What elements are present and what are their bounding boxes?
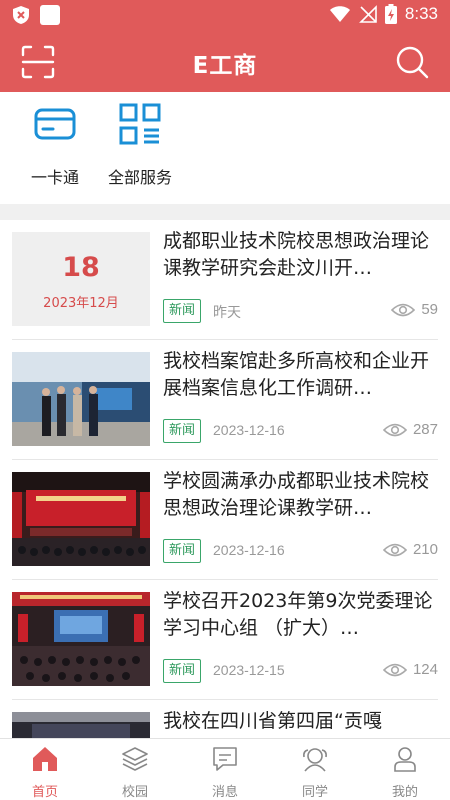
news-title: 学校圆满承办成都职业技术院校思想政治理论课教学研… bbox=[163, 470, 430, 519]
search-icon[interactable] bbox=[394, 44, 430, 80]
tab-home-label: 首页 bbox=[31, 785, 58, 800]
photo-image bbox=[12, 352, 150, 446]
news-date: 2023-12-16 bbox=[213, 542, 285, 558]
service-card[interactable]: 一卡通 bbox=[10, 102, 100, 188]
view-count: 210 bbox=[382, 541, 438, 558]
layers-icon bbox=[122, 747, 148, 771]
view-count: 287 bbox=[382, 421, 438, 438]
view-count-value: 287 bbox=[412, 421, 438, 438]
tab-messages-label: 消息 bbox=[211, 785, 238, 800]
news-tag: 新闻 bbox=[163, 419, 202, 443]
quick-services: 一卡通 全部服务 bbox=[0, 92, 450, 204]
photo-image bbox=[12, 592, 150, 686]
message-icon bbox=[213, 747, 237, 771]
tab-campus[interactable]: 校园 bbox=[90, 745, 180, 800]
section-divider bbox=[0, 204, 450, 220]
news-title: 我校档案馆赴多所高校和企业开展档案信息化工作调研… bbox=[163, 350, 430, 399]
service-card-label: 一卡通 bbox=[30, 168, 79, 187]
news-thumbnail bbox=[12, 592, 150, 686]
news-date: 2023-12-15 bbox=[213, 662, 285, 678]
news-item[interactable]: 我校在四川省第四届“贡嘎 bbox=[12, 700, 438, 738]
tab-profile[interactable]: 我的 bbox=[360, 745, 450, 800]
thumb-day: 18 bbox=[62, 252, 100, 283]
eye-icon bbox=[382, 663, 407, 676]
shield-icon bbox=[13, 6, 29, 24]
classmates-icon bbox=[303, 748, 327, 772]
eye-icon bbox=[391, 303, 416, 316]
no-signal-icon bbox=[358, 5, 377, 23]
date-thumbnail: 18 2023年12月 bbox=[12, 232, 150, 326]
tab-classmates[interactable]: 同学 bbox=[270, 745, 360, 800]
news-item[interactable]: 学校召开2023年第9次党委理论学习中心组 （扩大）… 新闻 2023-12-1… bbox=[12, 580, 438, 700]
news-item[interactable]: 我校档案馆赴多所高校和企业开展档案信息化工作调研… 新闻 2023-12-16 … bbox=[12, 340, 438, 460]
eye-icon bbox=[382, 423, 407, 436]
news-date: 2023-12-16 bbox=[213, 422, 285, 438]
news-tag: 新闻 bbox=[163, 539, 202, 563]
tab-home[interactable]: 首页 bbox=[0, 745, 90, 800]
home-icon bbox=[33, 747, 57, 771]
status-bar: 8:33 bbox=[0, 0, 450, 32]
page-title: E工商 bbox=[192, 53, 258, 79]
eye-icon bbox=[382, 543, 407, 556]
tab-campus-label: 校园 bbox=[121, 785, 148, 800]
view-count-value: 59 bbox=[421, 301, 438, 318]
view-count: 124 bbox=[382, 661, 438, 678]
news-title: 成都职业技术院校思想政治理论课教学研究会赴汶川开… bbox=[163, 230, 430, 279]
service-all[interactable]: 全部服务 bbox=[95, 102, 185, 188]
tab-profile-label: 我的 bbox=[391, 785, 418, 800]
news-list: 18 2023年12月 成都职业技术院校思想政治理论课教学研究会赴汶川开… 新闻… bbox=[0, 220, 450, 738]
view-count: 59 bbox=[391, 301, 438, 318]
news-thumbnail bbox=[12, 352, 150, 446]
view-count-value: 210 bbox=[412, 541, 438, 558]
news-title: 我校在四川省第四届“贡嘎 bbox=[163, 710, 382, 732]
battery-icon bbox=[384, 4, 397, 24]
tab-classmates-label: 同学 bbox=[301, 785, 328, 800]
tab-messages[interactable]: 消息 bbox=[180, 745, 270, 800]
profile-icon bbox=[394, 747, 416, 772]
news-thumbnail bbox=[12, 472, 150, 566]
wifi-icon bbox=[329, 6, 350, 22]
status-time: 8:33 bbox=[404, 4, 438, 23]
top-bar: 8:33 E工商 bbox=[0, 0, 450, 92]
news-item[interactable]: 18 2023年12月 成都职业技术院校思想政治理论课教学研究会赴汶川开… 新闻… bbox=[12, 220, 438, 340]
news-title: 学校召开2023年第9次党委理论学习中心组 （扩大）… bbox=[163, 590, 433, 639]
news-tag: 新闻 bbox=[163, 659, 202, 683]
thumb-month: 2023年12月 bbox=[43, 296, 119, 311]
news-tag: 新闻 bbox=[163, 299, 202, 323]
bottom-tab-bar: 首页 校园 消息 同学 我的 bbox=[0, 738, 450, 800]
grid-menu-icon bbox=[119, 103, 161, 145]
view-count-value: 124 bbox=[412, 661, 438, 678]
card-icon bbox=[34, 108, 76, 140]
app-notification-icon bbox=[40, 5, 60, 25]
news-thumbnail bbox=[12, 712, 150, 738]
news-item[interactable]: 学校圆满承办成都职业技术院校思想政治理论课教学研… 新闻 2023-12-16 … bbox=[12, 460, 438, 580]
news-date: 昨天 bbox=[213, 304, 241, 320]
photo-image bbox=[12, 472, 150, 566]
app-header: E工商 bbox=[0, 32, 450, 92]
service-all-label: 全部服务 bbox=[107, 168, 172, 187]
photo-image bbox=[12, 712, 150, 738]
